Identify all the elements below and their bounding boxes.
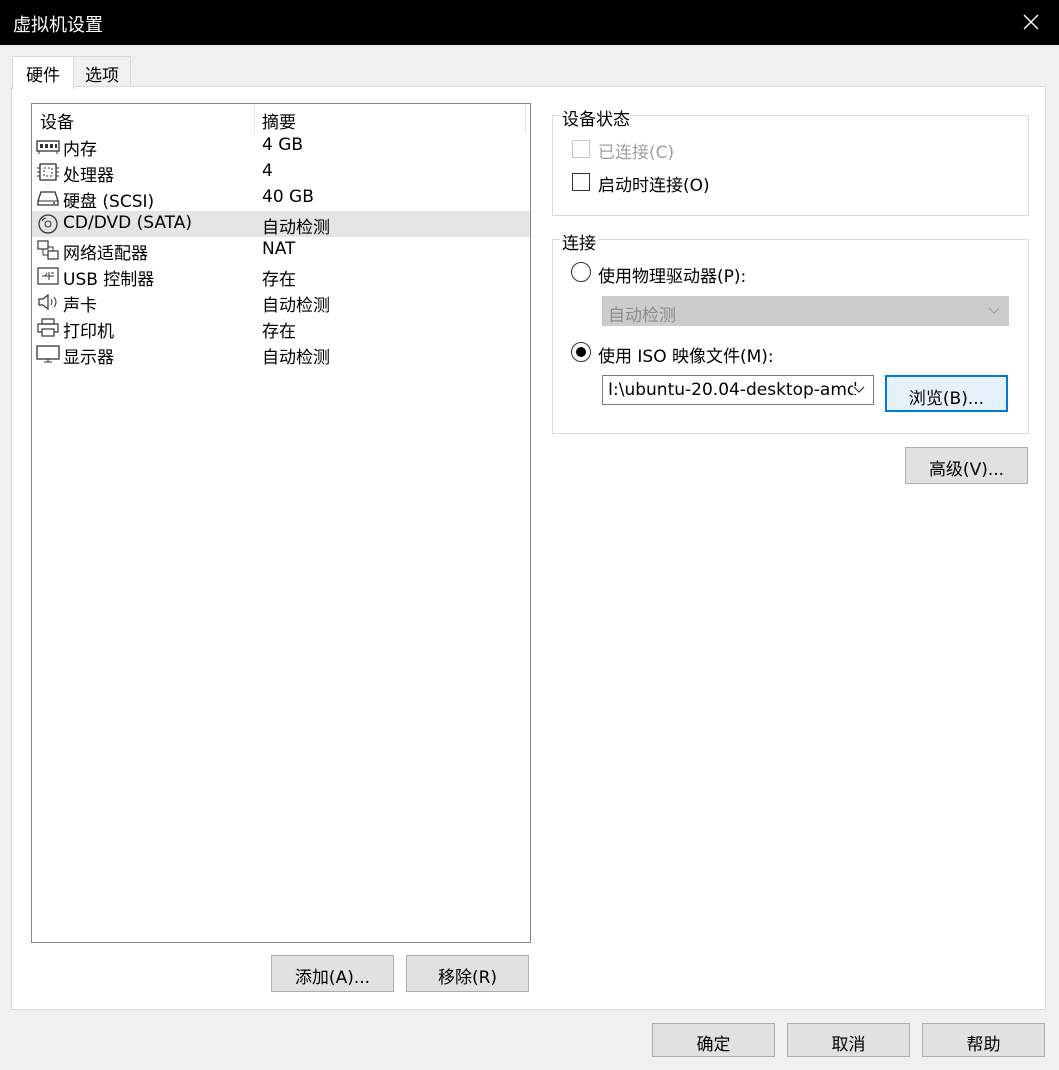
device-row-printer[interactable]: 打印机 存在: [32, 315, 530, 342]
display-icon: [36, 345, 60, 363]
device-summary: 自动检测: [262, 218, 330, 238]
device-row-processor[interactable]: 处理器 4: [32, 159, 530, 186]
network-adapter-icon: [37, 240, 59, 260]
cd-dvd-icon: [38, 214, 58, 234]
add-device-button[interactable]: 添加(A)...: [271, 955, 394, 992]
advanced-label: 高级(V)...: [928, 460, 1005, 480]
iso-image-radio[interactable]: [571, 342, 591, 362]
column-header-summary[interactable]: 摘要: [262, 108, 296, 133]
browse-button[interactable]: 浏览(B)...: [885, 375, 1008, 412]
memory-icon: [36, 140, 60, 154]
device-row-cd-dvd[interactable]: CD/DVD (SATA) 自动检测: [32, 211, 530, 238]
close-icon: [1023, 14, 1039, 30]
iso-path-value: I:\ubuntu-20.04-desktop-amd: [608, 380, 858, 400]
device-row-network-adapter[interactable]: 网络适配器 NAT: [32, 237, 530, 264]
connected-checkbox[interactable]: [572, 140, 590, 158]
hard-disk-icon: [37, 191, 59, 206]
browse-label: 浏览(B)...: [908, 389, 985, 409]
help-label: 帮助: [966, 1035, 1001, 1055]
device-list[interactable]: 设备 摘要 内存 4 GB 处理器 4 硬盘 (SCSI) 40 GB CD/D…: [31, 103, 531, 943]
add-device-label: 添加(A)...: [294, 968, 371, 988]
device-status-group: [552, 115, 1029, 216]
device-name: 内存: [63, 140, 97, 160]
device-summary: 4: [262, 161, 273, 181]
device-name: 显示器: [63, 348, 114, 368]
physical-drive-label: 使用物理驱动器(P):: [598, 267, 747, 287]
help-button[interactable]: 帮助: [922, 1023, 1045, 1057]
chevron-down-icon: [853, 386, 865, 394]
connection-title: 连接: [560, 229, 598, 254]
connect-at-power-on-label: 启动时连接(O): [598, 176, 710, 196]
cancel-button[interactable]: 取消: [787, 1023, 910, 1057]
device-summary: 自动检测: [262, 296, 330, 316]
remove-device-button[interactable]: 移除(R): [406, 955, 529, 992]
device-name: CD/DVD (SATA): [63, 213, 192, 233]
physical-drive-radio[interactable]: [571, 262, 591, 282]
device-list-header: 设备 摘要: [32, 104, 530, 133]
advanced-button[interactable]: 高级(V)...: [905, 447, 1028, 484]
device-name: 硬盘 (SCSI): [63, 192, 155, 212]
physical-drive-select[interactable]: 自动检测: [602, 296, 1009, 326]
tab-options[interactable]: 选项: [73, 56, 131, 87]
device-name: 处理器: [63, 166, 114, 186]
printer-icon: [37, 318, 59, 337]
device-row-hard-disk[interactable]: 硬盘 (SCSI) 40 GB: [32, 185, 530, 212]
sound-card-icon: [38, 293, 57, 311]
device-status-title: 设备状态: [560, 105, 632, 130]
column-divider: [525, 104, 526, 133]
device-name: 网络适配器: [63, 244, 148, 264]
device-summary: 40 GB: [262, 187, 314, 207]
radio-selected-dot: [576, 347, 586, 357]
device-name: USB 控制器: [63, 270, 155, 290]
device-row-display[interactable]: 显示器 自动检测: [32, 341, 530, 368]
device-summary: 存在: [262, 322, 296, 342]
cancel-label: 取消: [831, 1035, 866, 1055]
device-summary: 存在: [262, 270, 296, 290]
column-divider[interactable]: [254, 104, 255, 133]
window-title: 虚拟机设置: [13, 15, 103, 36]
column-header-device[interactable]: 设备: [40, 108, 74, 133]
hardware-panel: 设备 摘要 内存 4 GB 处理器 4 硬盘 (SCSI) 40 GB CD/D…: [11, 86, 1046, 1010]
iso-path-combo[interactable]: I:\ubuntu-20.04-desktop-amd: [602, 375, 874, 405]
device-name: 声卡: [63, 296, 97, 316]
connected-label: 已连接(C): [598, 143, 675, 163]
connect-at-power-on-checkbox[interactable]: [572, 173, 590, 191]
device-summary: 4 GB: [262, 135, 304, 155]
device-name: 打印机: [63, 322, 114, 342]
title-bar: 虚拟机设置: [0, 0, 1059, 45]
device-summary: NAT: [262, 239, 296, 259]
remove-device-label: 移除(R): [437, 968, 498, 988]
tab-hardware[interactable]: 硬件: [12, 56, 74, 89]
ok-button[interactable]: 确定: [652, 1023, 775, 1057]
physical-drive-value: 自动检测: [608, 306, 676, 326]
device-row-usb-controller[interactable]: USB 控制器 存在: [32, 263, 530, 290]
close-button[interactable]: [1003, 0, 1059, 45]
device-row-memory[interactable]: 内存 4 GB: [32, 133, 530, 160]
processor-icon: [37, 163, 59, 181]
chevron-down-icon: [988, 307, 1000, 314]
ok-label: 确定: [696, 1035, 731, 1055]
usb-icon: [37, 267, 59, 285]
device-summary: 自动检测: [262, 348, 330, 368]
device-row-sound-card[interactable]: 声卡 自动检测: [32, 289, 530, 316]
iso-image-label: 使用 ISO 映像文件(M):: [598, 347, 774, 367]
